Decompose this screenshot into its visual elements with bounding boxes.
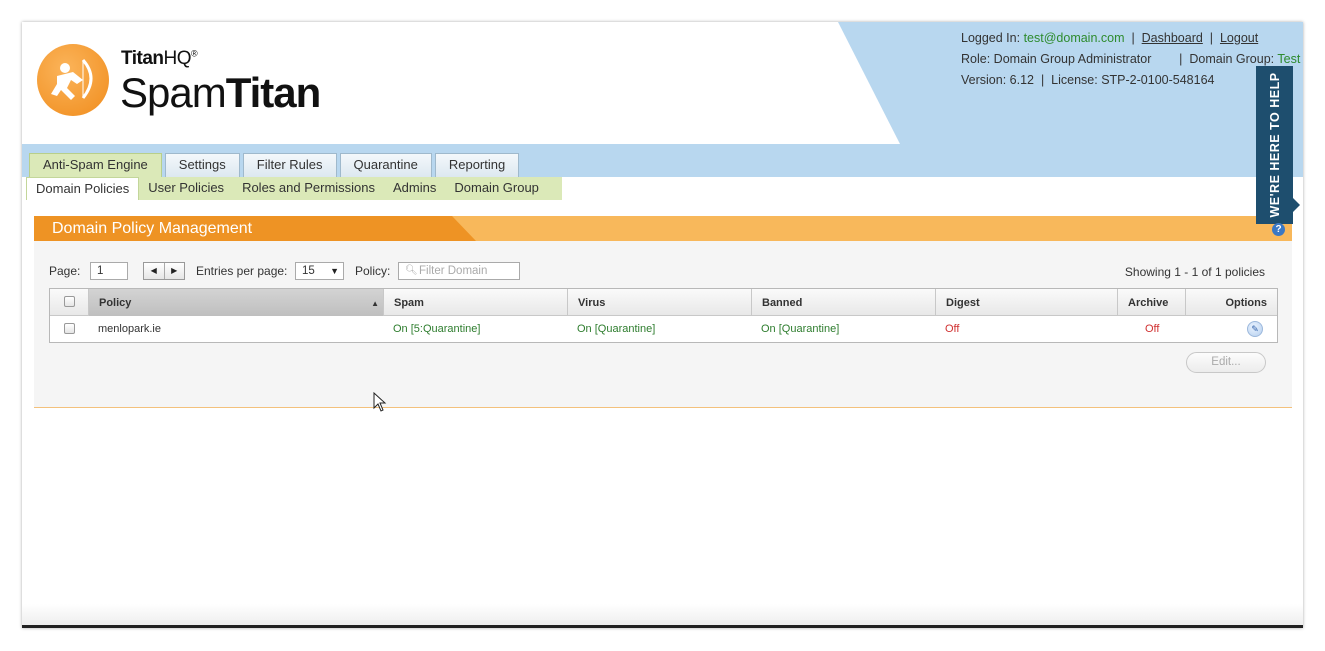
search-icon: 🔍︎	[405, 265, 418, 276]
entries-label: Entries per page:	[196, 264, 288, 278]
subtab-roles-and-permissions[interactable]: Roles and Permissions	[233, 177, 384, 200]
filter-domain-input[interactable]: 🔍︎ Filter Domain	[398, 262, 520, 280]
mouse-cursor-icon	[373, 392, 387, 412]
login-info: Logged In: test@domain.com | Dashboard |…	[961, 31, 1259, 45]
help-side-tab[interactable]: WE'RE HERE TO HELP	[1256, 66, 1300, 224]
dashboard-link[interactable]: Dashboard	[1142, 31, 1203, 45]
cell-archive: Off	[1145, 323, 1160, 335]
subtab-user-policies[interactable]: User Policies	[139, 177, 233, 200]
cell-banned: On [Quarantine]	[761, 323, 840, 335]
entries-per-page-select[interactable]: 15 ▼	[295, 262, 344, 280]
user-email: test@domain.com	[1023, 31, 1125, 45]
tab-filter-rules[interactable]: Filter Rules	[242, 153, 337, 177]
sub-nav-tabs: Domain Policies User Policies Roles and …	[26, 177, 562, 200]
subtab-admins[interactable]: Admins	[384, 177, 445, 200]
tab-settings[interactable]: Settings	[164, 153, 240, 177]
panel-title: Domain Policy Management	[34, 216, 476, 241]
next-page-icon[interactable]: ▶	[165, 263, 185, 279]
panel-header: Domain Policy Management	[34, 216, 1292, 241]
column-header-options: Options	[1185, 289, 1277, 316]
app-window: TitanHQ® SpamTitan Logged In: test@domai…	[22, 22, 1303, 628]
page-footer	[22, 604, 1303, 625]
tab-reporting[interactable]: Reporting	[434, 153, 520, 177]
policies-table: Policy ▲ Spam Virus Banned Digest Archive…	[49, 288, 1278, 343]
help-icon[interactable]: ?	[1272, 223, 1285, 236]
sort-ascending-icon: ▲	[371, 299, 379, 308]
page-input[interactable]: 1	[90, 262, 128, 280]
pencil-icon[interactable]: ✎	[1247, 321, 1263, 337]
column-header-archive[interactable]: Archive	[1117, 289, 1185, 316]
column-header-virus[interactable]: Virus	[567, 289, 751, 316]
chevron-down-icon: ▼	[330, 266, 339, 276]
logout-link[interactable]: Logout	[1220, 31, 1258, 45]
column-header-spam[interactable]: Spam	[383, 289, 567, 316]
cell-digest: Off	[945, 323, 960, 335]
domain-group-value: Test	[1277, 52, 1301, 66]
pager-buttons: ◀ ▶	[143, 262, 185, 280]
subtab-domain-group[interactable]: Domain Group	[445, 177, 548, 200]
select-all-checkbox[interactable]	[64, 296, 75, 307]
column-header-policy[interactable]: Policy ▲	[88, 289, 383, 316]
edit-button[interactable]: Edit...	[1186, 352, 1266, 373]
main-nav-tabs: Anti-Spam Engine Settings Filter Rules Q…	[29, 153, 522, 179]
column-header-banned[interactable]: Banned	[751, 289, 935, 316]
policy-filter-label: Policy:	[355, 264, 391, 278]
runner-archer-icon	[37, 44, 109, 116]
subtab-domain-policies[interactable]: Domain Policies	[26, 177, 140, 200]
showing-count: Showing 1 - 1 of 1 policies	[1124, 265, 1265, 279]
prev-page-icon[interactable]: ◀	[144, 263, 165, 279]
role-info: Role: Domain Group Administrator | Domai…	[961, 52, 1301, 66]
cell-policy: menlopark.ie	[98, 323, 161, 335]
product-logo-text: SpamTitan	[120, 69, 321, 116]
cell-virus: On [Quarantine]	[577, 323, 656, 335]
tab-quarantine[interactable]: Quarantine	[339, 153, 432, 177]
page-label: Page:	[49, 264, 81, 278]
row-checkbox[interactable]	[64, 323, 75, 334]
version-info: Version: 6.12 | License: STP-2-0100-5481…	[961, 73, 1215, 87]
cell-spam: On [5:Quarantine]	[393, 323, 481, 335]
tab-anti-spam-engine[interactable]: Anti-Spam Engine	[29, 153, 162, 179]
company-logo-text: TitanHQ®	[121, 48, 198, 69]
column-header-digest[interactable]: Digest	[935, 289, 1117, 316]
table-header: Policy ▲ Spam Virus Banned Digest Archive…	[50, 289, 1277, 316]
